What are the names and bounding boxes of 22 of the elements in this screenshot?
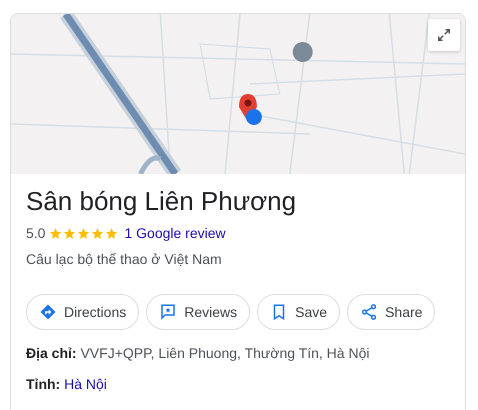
expand-icon [435,26,453,44]
place-name: Sân bóng Liên Phương [26,186,298,217]
expand-button[interactable] [428,19,460,51]
star-icon [49,226,62,240]
star-icon [105,226,118,240]
save-button[interactable]: Save [257,294,340,330]
category-text: Câu lạc bộ thể thao ở Việt Nam [26,251,223,267]
detail-value: VVFJ+QPP, Liên Phuong, Thường Tín, Hà Nội [80,345,370,361]
reviews-button[interactable]: Reviews [146,294,250,330]
share-icon [360,303,378,321]
review-link[interactable]: 1 Google review [124,225,226,241]
review-icon [159,303,178,321]
rating-value: 5.0 [26,225,46,241]
share-button[interactable]: Share [347,294,436,330]
detail-link[interactable]: Hà Nội [64,376,107,392]
directions-button[interactable]: Directions [26,294,140,330]
star-icon [63,226,76,240]
detail-label: Địa chỉ: [26,345,77,361]
star-icon [91,226,104,240]
directions-icon [39,303,57,321]
star-icon [77,226,90,240]
detail-label: Tỉnh: [26,376,60,392]
